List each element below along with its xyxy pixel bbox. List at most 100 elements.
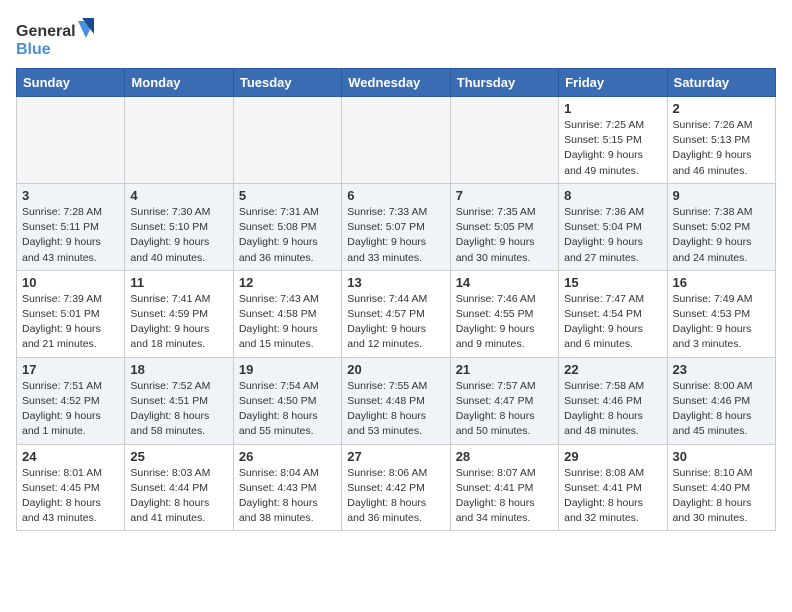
calendar-cell: 17 Sunrise: 7:51 AM Sunset: 4:52 PM Dayli… bbox=[17, 357, 125, 444]
calendar-cell: 21Sunrise: 7:57 AM Sunset: 4:47 PM Dayli… bbox=[450, 357, 558, 444]
day-number: 24 bbox=[22, 449, 119, 464]
day-info: Sunrise: 7:44 AM Sunset: 4:57 PM Dayligh… bbox=[347, 292, 444, 353]
day-number: 9 bbox=[673, 188, 770, 203]
calendar-cell: 16 Sunrise: 7:49 AM Sunset: 4:53 PM Dayli… bbox=[667, 270, 775, 357]
day-info: Sunrise: 7:35 AM Sunset: 5:05 PM Dayligh… bbox=[456, 205, 553, 266]
day-info: Sunrise: 7:25 AM Sunset: 5:15 PM Dayligh… bbox=[564, 118, 661, 179]
calendar-cell: 23 Sunrise: 8:00 AM Sunset: 4:46 PM Dayli… bbox=[667, 357, 775, 444]
day-info: Sunrise: 8:07 AM Sunset: 4:41 PM Dayligh… bbox=[456, 466, 553, 527]
calendar-cell: 28 Sunrise: 8:07 AM Sunset: 4:41 PM Dayli… bbox=[450, 444, 558, 531]
day-number: 27 bbox=[347, 449, 444, 464]
day-number: 6 bbox=[347, 188, 444, 203]
day-number: 1 bbox=[564, 101, 661, 116]
day-info: Sunrise: 8:03 AM Sunset: 4:44 PM Dayligh… bbox=[130, 466, 227, 527]
day-info: Sunrise: 7:49 AM Sunset: 4:53 PM Dayligh… bbox=[673, 292, 770, 353]
calendar-cell bbox=[233, 97, 341, 184]
logo: GeneralBlue bbox=[16, 16, 96, 60]
day-number: 8 bbox=[564, 188, 661, 203]
calendar-week-4: 17 Sunrise: 7:51 AM Sunset: 4:52 PM Dayli… bbox=[17, 357, 776, 444]
day-header-tuesday: Tuesday bbox=[233, 69, 341, 97]
day-header-friday: Friday bbox=[559, 69, 667, 97]
day-info: Sunrise: 7:52 AM Sunset: 4:51 PM Dayligh… bbox=[130, 379, 227, 440]
day-info: Sunrise: 7:58 AM Sunset: 4:46 PM Dayligh… bbox=[564, 379, 661, 440]
day-number: 23 bbox=[673, 362, 770, 377]
day-info: Sunrise: 7:31 AM Sunset: 5:08 PM Dayligh… bbox=[239, 205, 336, 266]
calendar-cell: 6 Sunrise: 7:33 AM Sunset: 5:07 PM Daylig… bbox=[342, 183, 450, 270]
calendar-cell: 14 Sunrise: 7:46 AM Sunset: 4:55 PM Dayli… bbox=[450, 270, 558, 357]
calendar-cell: 15 Sunrise: 7:47 AM Sunset: 4:54 PM Dayli… bbox=[559, 270, 667, 357]
day-info: Sunrise: 7:26 AM Sunset: 5:13 PM Dayligh… bbox=[673, 118, 770, 179]
day-number: 2 bbox=[673, 101, 770, 116]
calendar-cell: 20 Sunrise: 7:55 AM Sunset: 4:48 PM Dayli… bbox=[342, 357, 450, 444]
day-number: 17 bbox=[22, 362, 119, 377]
svg-text:General: General bbox=[16, 23, 76, 40]
calendar-cell: 13 Sunrise: 7:44 AM Sunset: 4:57 PM Dayli… bbox=[342, 270, 450, 357]
calendar-cell: 7 Sunrise: 7:35 AM Sunset: 5:05 PM Daylig… bbox=[450, 183, 558, 270]
day-info: Sunrise: 7:39 AM Sunset: 5:01 PM Dayligh… bbox=[22, 292, 119, 353]
calendar-cell: 1 Sunrise: 7:25 AM Sunset: 5:15 PM Daylig… bbox=[559, 97, 667, 184]
calendar-cell: 11 Sunrise: 7:41 AM Sunset: 4:59 PM Dayli… bbox=[125, 270, 233, 357]
day-number: 14 bbox=[456, 275, 553, 290]
day-info: Sunrise: 7:43 AM Sunset: 4:58 PM Dayligh… bbox=[239, 292, 336, 353]
calendar-cell: 24 Sunrise: 8:01 AM Sunset: 4:45 PM Dayli… bbox=[17, 444, 125, 531]
calendar-cell: 9 Sunrise: 7:38 AM Sunset: 5:02 PM Daylig… bbox=[667, 183, 775, 270]
day-number: 11 bbox=[130, 275, 227, 290]
calendar-cell: 18 Sunrise: 7:52 AM Sunset: 4:51 PM Dayli… bbox=[125, 357, 233, 444]
logo-icon: GeneralBlue bbox=[16, 16, 96, 60]
day-info: Sunrise: 8:00 AM Sunset: 4:46 PM Dayligh… bbox=[673, 379, 770, 440]
calendar-cell bbox=[125, 97, 233, 184]
day-number: 15 bbox=[564, 275, 661, 290]
calendar-week-2: 3Sunrise: 7:28 AM Sunset: 5:11 PM Daylig… bbox=[17, 183, 776, 270]
calendar-header-row: SundayMondayTuesdayWednesdayThursdayFrid… bbox=[17, 69, 776, 97]
day-info: Sunrise: 7:54 AM Sunset: 4:50 PM Dayligh… bbox=[239, 379, 336, 440]
day-header-sunday: Sunday bbox=[17, 69, 125, 97]
calendar-cell: 30Sunrise: 8:10 AM Sunset: 4:40 PM Dayli… bbox=[667, 444, 775, 531]
day-info: Sunrise: 7:41 AM Sunset: 4:59 PM Dayligh… bbox=[130, 292, 227, 353]
calendar-week-3: 10Sunrise: 7:39 AM Sunset: 5:01 PM Dayli… bbox=[17, 270, 776, 357]
calendar-cell bbox=[342, 97, 450, 184]
calendar: SundayMondayTuesdayWednesdayThursdayFrid… bbox=[16, 68, 776, 531]
day-number: 7 bbox=[456, 188, 553, 203]
day-number: 13 bbox=[347, 275, 444, 290]
calendar-cell: 26Sunrise: 8:04 AM Sunset: 4:43 PM Dayli… bbox=[233, 444, 341, 531]
day-number: 18 bbox=[130, 362, 227, 377]
day-number: 5 bbox=[239, 188, 336, 203]
day-info: Sunrise: 7:33 AM Sunset: 5:07 PM Dayligh… bbox=[347, 205, 444, 266]
day-number: 29 bbox=[564, 449, 661, 464]
day-info: Sunrise: 8:06 AM Sunset: 4:42 PM Dayligh… bbox=[347, 466, 444, 527]
day-header-thursday: Thursday bbox=[450, 69, 558, 97]
day-info: Sunrise: 7:55 AM Sunset: 4:48 PM Dayligh… bbox=[347, 379, 444, 440]
calendar-cell: 10Sunrise: 7:39 AM Sunset: 5:01 PM Dayli… bbox=[17, 270, 125, 357]
day-info: Sunrise: 7:46 AM Sunset: 4:55 PM Dayligh… bbox=[456, 292, 553, 353]
day-info: Sunrise: 8:08 AM Sunset: 4:41 PM Dayligh… bbox=[564, 466, 661, 527]
day-number: 20 bbox=[347, 362, 444, 377]
day-header-saturday: Saturday bbox=[667, 69, 775, 97]
calendar-cell: 2 Sunrise: 7:26 AM Sunset: 5:13 PM Daylig… bbox=[667, 97, 775, 184]
day-number: 25 bbox=[130, 449, 227, 464]
day-number: 12 bbox=[239, 275, 336, 290]
day-number: 19 bbox=[239, 362, 336, 377]
calendar-cell bbox=[17, 97, 125, 184]
day-header-wednesday: Wednesday bbox=[342, 69, 450, 97]
day-info: Sunrise: 7:28 AM Sunset: 5:11 PM Dayligh… bbox=[22, 205, 119, 266]
day-number: 16 bbox=[673, 275, 770, 290]
day-header-monday: Monday bbox=[125, 69, 233, 97]
day-info: Sunrise: 8:04 AM Sunset: 4:43 PM Dayligh… bbox=[239, 466, 336, 527]
page-header: GeneralBlue bbox=[16, 16, 776, 60]
calendar-cell: 27 Sunrise: 8:06 AM Sunset: 4:42 PM Dayli… bbox=[342, 444, 450, 531]
calendar-cell: 22Sunrise: 7:58 AM Sunset: 4:46 PM Dayli… bbox=[559, 357, 667, 444]
calendar-cell: 3Sunrise: 7:28 AM Sunset: 5:11 PM Daylig… bbox=[17, 183, 125, 270]
calendar-week-5: 24 Sunrise: 8:01 AM Sunset: 4:45 PM Dayli… bbox=[17, 444, 776, 531]
day-info: Sunrise: 7:36 AM Sunset: 5:04 PM Dayligh… bbox=[564, 205, 661, 266]
calendar-cell: 5 Sunrise: 7:31 AM Sunset: 5:08 PM Daylig… bbox=[233, 183, 341, 270]
day-info: Sunrise: 7:38 AM Sunset: 5:02 PM Dayligh… bbox=[673, 205, 770, 266]
calendar-cell: 25 Sunrise: 8:03 AM Sunset: 4:44 PM Dayli… bbox=[125, 444, 233, 531]
day-info: Sunrise: 8:01 AM Sunset: 4:45 PM Dayligh… bbox=[22, 466, 119, 527]
day-info: Sunrise: 7:30 AM Sunset: 5:10 PM Dayligh… bbox=[130, 205, 227, 266]
day-info: Sunrise: 8:10 AM Sunset: 4:40 PM Dayligh… bbox=[673, 466, 770, 527]
calendar-cell: 12 Sunrise: 7:43 AM Sunset: 4:58 PM Dayli… bbox=[233, 270, 341, 357]
day-number: 4 bbox=[130, 188, 227, 203]
day-info: Sunrise: 7:51 AM Sunset: 4:52 PM Dayligh… bbox=[22, 379, 119, 440]
day-number: 28 bbox=[456, 449, 553, 464]
day-info: Sunrise: 7:47 AM Sunset: 4:54 PM Dayligh… bbox=[564, 292, 661, 353]
